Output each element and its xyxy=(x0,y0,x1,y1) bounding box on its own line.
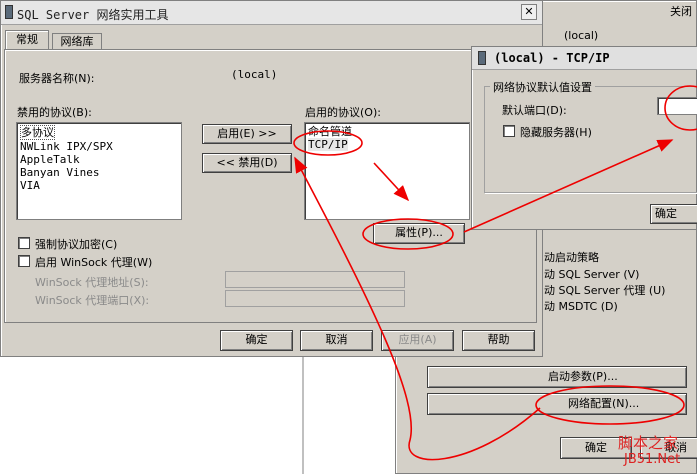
properties-circle xyxy=(362,218,454,250)
arrow-to-port xyxy=(463,139,674,233)
tcpip-circle xyxy=(293,130,363,156)
arrow-to-tcpip xyxy=(294,156,541,461)
watermark-line2: JB51.Net xyxy=(624,452,681,467)
arrow-to-properties xyxy=(373,162,410,202)
net-config-circle xyxy=(535,385,685,425)
default-port-circle xyxy=(664,85,697,131)
watermark-line1: 脚本之家 xyxy=(618,434,679,452)
annotation-layer xyxy=(293,85,697,461)
